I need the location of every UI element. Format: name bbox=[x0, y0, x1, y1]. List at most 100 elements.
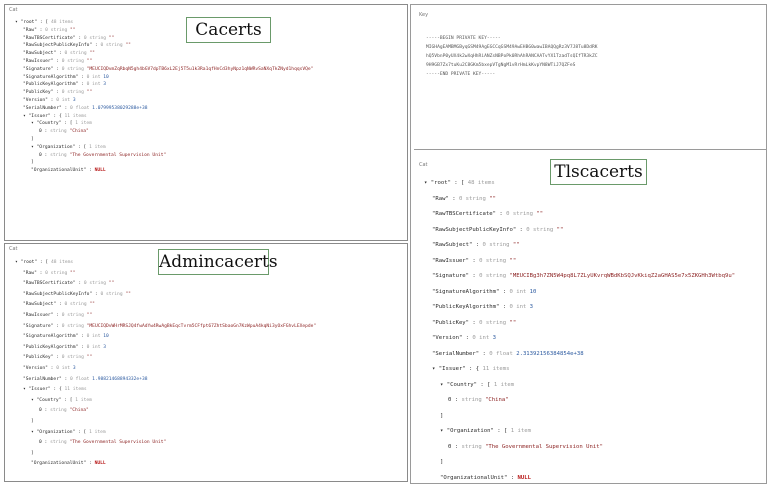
json-tree-row: "SignatureAlgorithm" : 0 int 10 bbox=[15, 332, 401, 343]
json-key: ▾ "Organization" : [ bbox=[440, 428, 508, 434]
json-key: ] bbox=[31, 450, 34, 456]
json-type: 0 string bbox=[502, 211, 537, 217]
json-tree-row[interactable]: ▾ "Country" : [ 1 item bbox=[15, 120, 401, 128]
vertical-divider bbox=[410, 4, 411, 484]
json-type: 0 int bbox=[83, 74, 104, 80]
json-tree-row: "RawTBSCertificate" : 0 string "" bbox=[15, 279, 401, 290]
json-value: "" bbox=[86, 58, 93, 64]
json-tree-row[interactable]: ▾ "Issuer" : { 11 items bbox=[424, 362, 761, 378]
json-value: "" bbox=[536, 211, 544, 217]
json-tree-row[interactable]: ▾ "Issuer" : { 11 items bbox=[15, 113, 401, 121]
json-key: "SerialNumber" : bbox=[432, 350, 486, 357]
json-type: string bbox=[458, 443, 486, 450]
json-value: 10 bbox=[529, 288, 537, 295]
json-tree-row: ] bbox=[15, 159, 401, 167]
json-tree-row: "PublicKey" : 0 string "" bbox=[15, 89, 401, 97]
private-key-line: -----END PRIVATE KEY----- bbox=[426, 72, 496, 77]
json-type: string bbox=[47, 440, 70, 446]
json-key: "Signature" : bbox=[23, 323, 59, 329]
json-type: 48 items bbox=[48, 20, 74, 25]
json-value: "China" bbox=[485, 397, 509, 403]
json-value: 3 bbox=[103, 82, 107, 88]
json-value: "" bbox=[86, 312, 93, 318]
json-type: 0 string bbox=[58, 312, 87, 318]
right-top-border bbox=[410, 4, 767, 5]
json-key: "RawTBSCertificate" : bbox=[432, 211, 503, 217]
json-type: 48 items bbox=[464, 180, 495, 186]
json-tree-row[interactable]: ▾ "root" : [ 48 items bbox=[15, 19, 401, 27]
json-key: "Version" : bbox=[23, 365, 54, 371]
json-key: "Version" : bbox=[432, 335, 470, 341]
json-value: 3 bbox=[72, 365, 76, 371]
private-key-line: MIGHAgEAMBMGByqGSM49AgEGCCqGSM49AwEHBG0w… bbox=[426, 45, 598, 50]
json-key: 0 : bbox=[448, 397, 459, 403]
json-key: "SerialNumber" : bbox=[23, 376, 68, 382]
private-key-line: 9H9GB7Zx7tuKu2C8GKm5bxepVTgNgM1vRrHmLkKv… bbox=[426, 63, 576, 68]
json-type: 0 string bbox=[475, 319, 510, 326]
json-key: ▾ "Organization" : [ bbox=[31, 429, 87, 435]
json-tree-row[interactable]: ▾ "Organization" : [ 1 item bbox=[15, 144, 401, 152]
json-key: "Signature" : bbox=[23, 66, 59, 72]
json-tree-row: "Raw" : 0 string "" bbox=[424, 192, 761, 208]
json-tree-row: "RawTBSCertificate" : 0 string "" bbox=[424, 207, 761, 223]
json-type: 0 string bbox=[61, 302, 90, 308]
json-type: 0 string bbox=[522, 226, 557, 233]
json-value: NULL bbox=[91, 461, 106, 467]
json-value: "" bbox=[70, 27, 76, 33]
json-tree-row: "PublicKeyAlgorithm" : 0 int 3 bbox=[424, 300, 761, 316]
json-type: 0 string bbox=[455, 195, 490, 202]
json-tree-row[interactable]: ▾ "Country" : [ 1 item bbox=[15, 396, 401, 407]
json-tree-row: "RawSubject" : 0 string "" bbox=[15, 50, 401, 58]
json-type: 0 int bbox=[83, 82, 104, 88]
json-type: 0 float bbox=[67, 376, 93, 382]
json-value: "The Governmental Supervision Unit" bbox=[69, 152, 167, 158]
json-tree-row: "RawSubjectPublicKeyInfo" : 0 string "" bbox=[424, 223, 761, 239]
json-tree-row: 0 : string "The Governmental Supervision… bbox=[15, 152, 401, 160]
json-key: ▾ "Issuer" : { bbox=[23, 113, 62, 119]
json-key: 0 : bbox=[448, 443, 459, 450]
json-tree-row: 0 : string "China" bbox=[424, 393, 761, 409]
json-tree-row[interactable]: ▾ "Issuer" : { 11 items bbox=[15, 385, 401, 396]
json-value: "" bbox=[89, 51, 95, 57]
json-type: string bbox=[47, 152, 70, 158]
json-type: 1 item bbox=[86, 144, 106, 150]
private-key-line: -----BEGIN PRIVATE KEY----- bbox=[426, 36, 501, 41]
json-key: "PublicKeyAlgorithm" : bbox=[432, 304, 507, 310]
json-tree-row: "Version" : 0 int 3 bbox=[15, 97, 401, 105]
json-key: "OrganizationalUnit" : bbox=[31, 168, 92, 174]
json-value: 3 bbox=[492, 335, 496, 341]
json-tree-row[interactable]: ▾ "Organization" : [ 1 item bbox=[424, 424, 761, 440]
json-type: 0 string bbox=[475, 273, 510, 279]
json-tree-row[interactable]: ▾ "root" : [ 48 items bbox=[424, 176, 761, 192]
tlscacerts-panel-label: Cat bbox=[419, 162, 428, 168]
json-tree-row: "PublicKeyAlgorithm" : 0 int 3 bbox=[15, 343, 401, 354]
json-tree-row[interactable]: ▾ "root" : [ 48 items bbox=[15, 258, 401, 269]
json-value: 10 bbox=[103, 74, 109, 80]
json-type: string bbox=[47, 408, 70, 414]
json-tree-row: "RawSubject" : 0 string "" bbox=[424, 238, 761, 254]
json-type: 0 string bbox=[97, 43, 126, 49]
json-tree-row[interactable]: ▾ "Country" : [ 1 item bbox=[424, 378, 761, 394]
json-tree-row: "Signature" : 0 string "MEUCIBg3h7ZN5W4p… bbox=[424, 269, 761, 285]
json-value: "" bbox=[89, 302, 95, 308]
json-type: string bbox=[47, 129, 70, 135]
json-type: 0 string bbox=[61, 51, 90, 57]
json-type: 0 string bbox=[475, 257, 510, 264]
json-key: ▾ "Issuer" : { bbox=[432, 366, 480, 372]
json-tree-row: ] bbox=[15, 449, 401, 460]
json-key: "RawIssuer" : bbox=[23, 58, 59, 64]
json-value: "" bbox=[86, 355, 93, 361]
json-key: "SignatureAlgorithm" : bbox=[23, 74, 84, 80]
json-key: ] bbox=[440, 459, 444, 465]
json-value: 3 bbox=[72, 97, 76, 103]
json-key: "RawIssuer" : bbox=[23, 312, 59, 318]
json-tree-row: "SignatureAlgorithm" : 0 int 10 bbox=[15, 74, 401, 82]
json-value: "" bbox=[86, 90, 93, 96]
json-value: "" bbox=[512, 242, 520, 248]
json-type: 0 int bbox=[506, 288, 530, 295]
json-type: 0 int bbox=[53, 365, 73, 371]
json-tree-row[interactable]: ▾ "Organization" : [ 1 item bbox=[15, 428, 401, 439]
json-tree-row: "RawTBSCertificate" : 0 string "" bbox=[15, 35, 401, 43]
json-type: 0 string bbox=[58, 355, 87, 361]
json-tree-row: "OrganizationalUnit" : NULL bbox=[15, 459, 401, 470]
